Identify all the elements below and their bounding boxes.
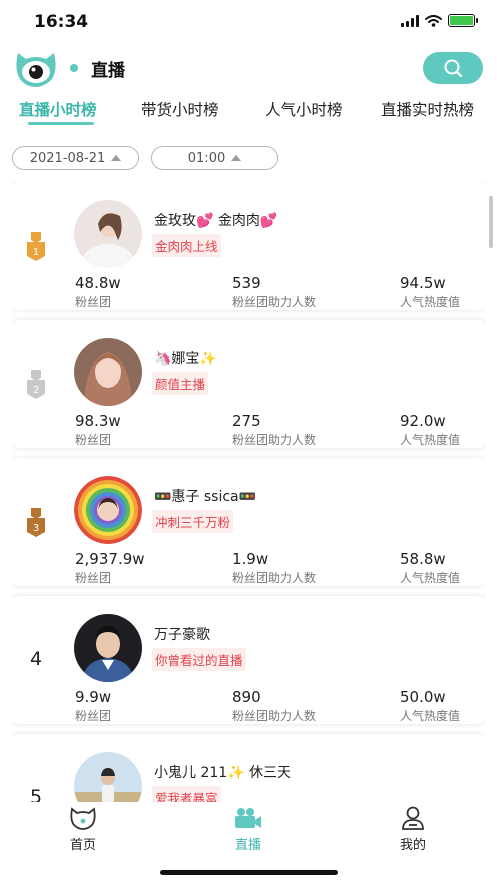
live-dot <box>70 64 78 72</box>
ranking-card[interactable]: 1 金玫玫💕 金肉肉💕 金肉肉上线 48.8w 粉丝团 539 粉丝团助力人数 … <box>12 182 485 310</box>
gold-medal-icon: 1 <box>24 232 48 262</box>
battery-icon <box>448 14 478 27</box>
wifi-icon <box>425 14 442 27</box>
rank-label: 3 <box>33 523 39 534</box>
rank-number: 5 <box>30 786 43 802</box>
ranking-card[interactable]: 2 🦄娜宝✨ 颜值主播 98.3w 粉丝团 275 粉丝团助力人数 92.0w … <box>12 320 485 448</box>
nav-home[interactable]: 首页 <box>43 806 123 853</box>
nav-label: 直播 <box>234 838 261 853</box>
search-button[interactable] <box>423 52 483 84</box>
time-value: 01:00 <box>187 150 226 166</box>
status-bar: 16:34 <box>0 0 497 44</box>
ranking-tabs: 直播小时榜 带货小时榜 人气小时榜 直播实时热榜 <box>0 94 497 128</box>
avatar[interactable] <box>74 614 142 682</box>
date-picker[interactable]: 2021-08-21 <box>12 146 139 170</box>
app-logo-icon[interactable] <box>12 49 60 89</box>
silver-medal-icon: 2 <box>24 370 48 400</box>
tab-live-realtime[interactable]: 直播实时热榜 <box>381 98 474 120</box>
stat-supporters: 275 粉丝团助力人数 <box>232 412 317 447</box>
caret-up-icon <box>111 155 122 161</box>
signal-icon <box>401 14 419 27</box>
stat-popularity: 58.8w 人气热度值 <box>400 550 461 585</box>
anchor-name: 🦄娜宝✨ <box>154 351 217 367</box>
status-icons <box>401 14 478 27</box>
nav-live[interactable]: 直播 <box>208 806 288 853</box>
ranking-card[interactable]: 4 万子豪歌 你曾看过的直播 9.9w 粉丝团 890 粉丝团助力人数 50.0… <box>12 596 485 724</box>
home-indicator <box>160 870 338 875</box>
anchor-name: 🚥惠子 ssica🚥 <box>154 489 257 505</box>
nav-label: 首页 <box>69 838 96 853</box>
tab-live-hourly[interactable]: 直播小时榜 <box>19 98 97 120</box>
nav-label: 我的 <box>399 838 426 853</box>
tab-popularity-hourly[interactable]: 人气小时榜 <box>265 98 343 120</box>
ranking-card[interactable]: 3 🚥惠子 ssica🚥 冲刺三千万粉 2,937.9w 粉丝团 1.9w 粉丝… <box>12 458 485 586</box>
avatar[interactable] <box>74 200 142 268</box>
time-picker[interactable]: 01:00 <box>151 146 278 170</box>
anchor-tag: 你曾看过的直播 <box>152 648 246 671</box>
avatar[interactable] <box>74 752 142 802</box>
stat-fans: 98.3w 粉丝团 <box>75 412 121 447</box>
stat-fans: 48.8w 粉丝团 <box>75 274 121 309</box>
rank-number: 4 <box>30 648 43 670</box>
bronze-medal-icon: 3 <box>24 508 48 538</box>
ranking-card[interactable]: 5 小鬼儿 211✨ 休三天 爱我者暴富 <box>12 734 485 802</box>
date-value: 2021-08-21 <box>29 150 106 166</box>
anchor-name: 万子豪歌 <box>154 627 210 643</box>
stat-supporters: 1.9w 粉丝团助力人数 <box>232 550 317 585</box>
anchor-name: 金玫玫💕 金肉肉💕 <box>154 213 278 229</box>
page-title: 直播 <box>91 61 125 81</box>
stat-supporters: 890 粉丝团助力人数 <box>232 688 317 723</box>
caret-up-icon <box>231 155 242 161</box>
nav-profile[interactable]: 我的 <box>373 806 453 853</box>
tab-active-indicator <box>28 122 94 125</box>
anchor-name: 小鬼儿 211✨ 休三天 <box>154 765 292 781</box>
rank-label: 1 <box>33 247 39 258</box>
stat-popularity: 92.0w 人气热度值 <box>400 412 461 447</box>
scrollbar[interactable] <box>489 196 493 248</box>
status-time: 16:34 <box>34 12 89 32</box>
stat-fans: 2,937.9w 粉丝团 <box>75 550 145 585</box>
camera-icon <box>235 808 261 828</box>
profile-icon <box>402 806 424 830</box>
avatar[interactable] <box>74 338 142 406</box>
home-icon <box>70 807 96 830</box>
stat-popularity: 94.5w 人气热度值 <box>400 274 461 309</box>
anchor-tag: 爱我者暴富 <box>152 786 221 802</box>
avatar[interactable] <box>74 476 142 544</box>
rank-label: 2 <box>33 385 39 396</box>
search-icon <box>444 59 463 78</box>
tab-sales-hourly[interactable]: 带货小时榜 <box>141 98 219 120</box>
app-header: 直播 <box>0 44 497 94</box>
filters: 2021-08-21 01:00 <box>0 144 497 174</box>
stat-fans: 9.9w 粉丝团 <box>75 688 112 723</box>
anchor-tag: 颜值主播 <box>152 372 209 395</box>
stat-popularity: 50.0w 人气热度值 <box>400 688 461 723</box>
anchor-tag: 冲刺三千万粉 <box>152 510 234 533</box>
stat-supporters: 539 粉丝团助力人数 <box>232 274 317 309</box>
anchor-tag: 金肉肉上线 <box>152 234 221 257</box>
ranking-list[interactable]: 1 金玫玫💕 金肉肉💕 金肉肉上线 48.8w 粉丝团 539 粉丝团助力人数 … <box>12 182 485 802</box>
